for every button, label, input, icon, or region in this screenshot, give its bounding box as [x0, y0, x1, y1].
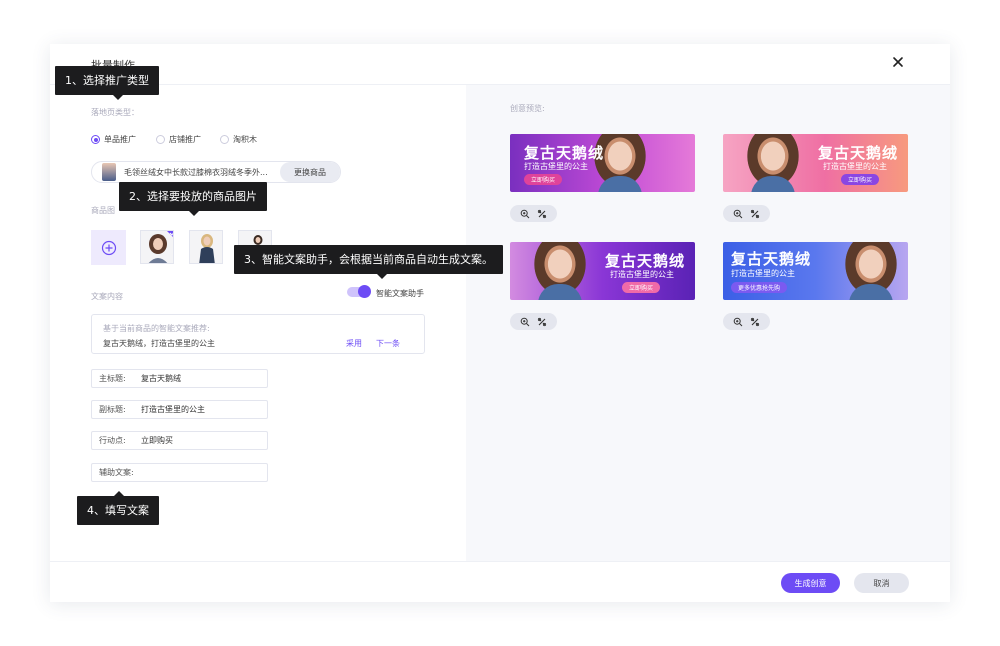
subtitle-field[interactable]: 副标题:: [91, 400, 268, 419]
banner-subtitle: 打造古堡里的公主: [731, 269, 795, 278]
banner-title: 复古天鹅绒: [731, 250, 812, 268]
banner-cta: 立即购买: [622, 282, 661, 293]
creative-banner-3[interactable]: 复古天鹅绒 打造古堡里的公主 立即购买: [510, 242, 695, 300]
batch-create-dialog: 批量制作 落地页类型： 单品推广 店铺推广 淘积木 毛领丝绒女中长款过膝棉衣羽绒…: [50, 44, 950, 602]
tooltip-step-1: 1、选择推广类型: [55, 66, 159, 100]
radio-label: 淘积木: [233, 135, 257, 144]
field-label: 辅助文案:: [99, 468, 134, 477]
edit-tools-icon[interactable]: [749, 208, 761, 220]
banner-4-tools: [723, 313, 770, 330]
aux-copy-field[interactable]: 辅助文案:: [91, 463, 268, 482]
creative-banner-4[interactable]: 复古天鹅绒 打造古堡里的公主 更多优惠抢先购: [723, 242, 908, 300]
swap-product-button[interactable]: 更换商品: [280, 162, 340, 182]
plus-circle-icon: [101, 240, 116, 255]
radio-taojimu[interactable]: 淘积木: [220, 134, 257, 145]
field-label: 副标题:: [99, 405, 126, 414]
banner-title: 复古天鹅绒: [524, 144, 605, 162]
zoom-icon[interactable]: [519, 208, 531, 220]
model-photo-icon: [141, 231, 173, 263]
settings-panel: 落地页类型： 单品推广 店铺推广 淘积木 毛领丝绒女中长款过膝棉衣羽绒冬季外..…: [50, 85, 466, 561]
preview-panel: 创意预览: 复古天鹅绒 打造古堡里的公主 立即购买 复古天鹅绒 打造古堡里的公主…: [466, 85, 950, 561]
preview-label: 创意预览:: [510, 104, 545, 113]
model-photo-icon: [190, 231, 222, 263]
radio-label: 店铺推广: [169, 135, 201, 144]
banner-title: 复古天鹅绒: [818, 144, 899, 162]
banner-cta: 更多优惠抢先购: [731, 282, 788, 293]
product-selector[interactable]: 毛领丝绒女中长款过膝棉衣羽绒冬季外... 更换商品: [91, 161, 341, 183]
dialog-header: 批量制作: [50, 44, 950, 85]
radio-dot: [91, 135, 100, 144]
banner-subtitle: 打造古堡里的公主: [610, 270, 674, 279]
suggestion-box: 基于当前商品的智能文案推荐: 复古天鹅绒，打造古堡里的公主 采用 下一条: [91, 314, 425, 354]
banner-1-tools: [510, 205, 557, 222]
radio-label: 单品推广: [104, 135, 136, 144]
zoom-icon[interactable]: [519, 316, 531, 328]
copy-content-label: 文案内容: [91, 292, 123, 301]
model-face: [530, 242, 590, 300]
suggestion-text: 复古天鹅绒，打造古堡里的公主: [103, 339, 215, 348]
creative-banner-1[interactable]: 复古天鹅绒 打造古堡里的公主 立即购买: [510, 134, 695, 192]
tooltip-step-2: 2、选择要投放的商品图片: [119, 182, 267, 216]
assistant-toggle[interactable]: [347, 285, 371, 298]
radio-dot: [156, 135, 165, 144]
banner-cta: 立即购买: [524, 174, 563, 185]
radio-dot: [220, 135, 229, 144]
banner-subtitle: 打造古堡里的公主: [823, 162, 887, 171]
cta-input[interactable]: [141, 436, 261, 445]
edit-tools-icon[interactable]: [536, 316, 548, 328]
radio-shop-promo[interactable]: 店铺推广: [156, 134, 201, 145]
cancel-button[interactable]: 取消: [854, 573, 909, 593]
tooltip-step-3: 3、智能文案助手，会根据当前商品自动生成文案。: [234, 245, 503, 279]
dialog-footer: 生成创意 取消: [50, 561, 950, 602]
subtitle-input[interactable]: [141, 405, 261, 414]
product-image-2[interactable]: [189, 230, 223, 264]
product-images-label: 商品图: [91, 206, 115, 215]
field-label: 行动点:: [99, 436, 126, 445]
add-image-button[interactable]: [91, 230, 126, 265]
banner-cta: 立即购买: [841, 174, 880, 185]
assistant-label: 智能文案助手: [376, 289, 424, 298]
zoom-icon[interactable]: [732, 208, 744, 220]
banner-2-tools: [723, 205, 770, 222]
model-face: [743, 134, 803, 192]
banner-subtitle: 打造古堡里的公主: [524, 162, 588, 171]
product-thumbnail: [102, 163, 116, 181]
aux-copy-input[interactable]: [141, 468, 261, 477]
tooltip-step-4: 4、填写文案: [77, 491, 159, 525]
generate-creative-button[interactable]: 生成创意: [781, 573, 840, 593]
next-link[interactable]: 下一条: [376, 338, 400, 349]
close-icon[interactable]: [891, 55, 905, 69]
banner-title: 复古天鹅绒: [605, 252, 686, 270]
edit-tools-icon[interactable]: [749, 316, 761, 328]
zoom-icon[interactable]: [732, 316, 744, 328]
adopt-link[interactable]: 采用: [346, 338, 362, 349]
cta-field[interactable]: 行动点:: [91, 431, 268, 450]
product-image-1[interactable]: [140, 230, 174, 264]
field-label: 主标题:: [99, 374, 126, 383]
product-name: 毛领丝绒女中长款过膝棉衣羽绒冬季外...: [124, 167, 268, 177]
banner-3-tools: [510, 313, 557, 330]
landing-type-label: 落地页类型：: [91, 108, 139, 117]
radio-single-product[interactable]: 单品推广: [91, 134, 136, 145]
edit-tools-icon[interactable]: [536, 208, 548, 220]
main-title-field[interactable]: 主标题:: [91, 369, 268, 388]
model-face: [841, 242, 901, 300]
suggestion-title: 基于当前商品的智能文案推荐:: [103, 324, 210, 333]
creative-banner-2[interactable]: 复古天鹅绒 打造古堡里的公主 立即购买: [723, 134, 908, 192]
main-title-input[interactable]: [141, 374, 261, 383]
